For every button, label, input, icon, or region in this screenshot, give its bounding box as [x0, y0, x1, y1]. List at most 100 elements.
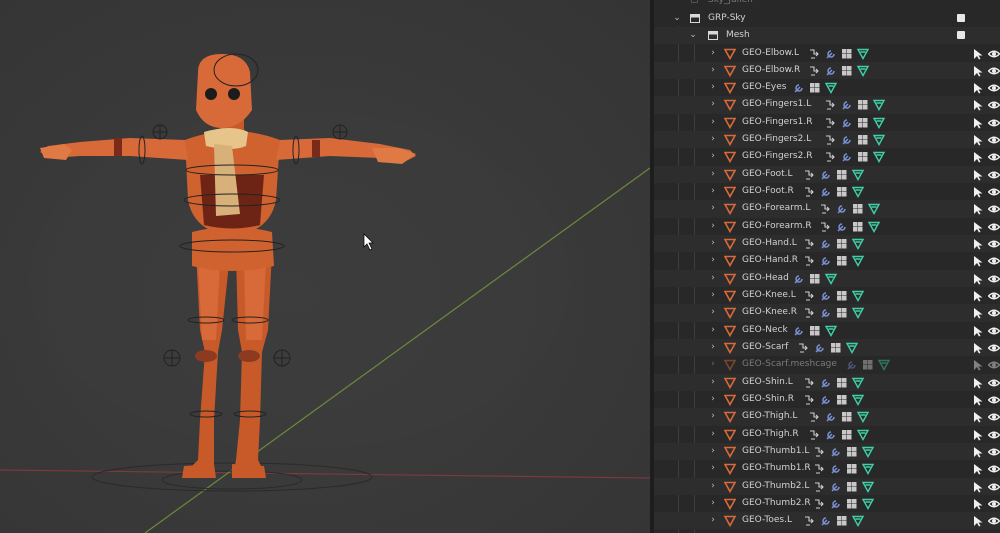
outliner-row-object[interactable]: › GEO-Shin.L	[654, 373, 1000, 391]
mesh-data-icon[interactable]	[851, 255, 864, 268]
wrench-modifier-icon[interactable]	[841, 151, 853, 163]
selectable-arrow-icon[interactable]	[972, 273, 984, 285]
eye-icon[interactable]	[988, 169, 1000, 181]
vertex-groups-icon[interactable]	[841, 411, 853, 423]
parent-chain-icon[interactable]	[814, 498, 826, 510]
chevron-right-icon[interactable]: ›	[708, 218, 718, 235]
vertex-groups-icon[interactable]	[836, 238, 848, 250]
wrench-modifier-icon[interactable]	[793, 273, 805, 285]
chevron-right-icon[interactable]: ›	[708, 512, 718, 529]
selectable-arrow-icon[interactable]	[972, 325, 984, 337]
parent-chain-icon[interactable]	[814, 481, 826, 493]
selectable-arrow-icon[interactable]	[972, 48, 984, 60]
chevron-right-icon[interactable]: ›	[708, 96, 718, 113]
eye-icon[interactable]	[988, 325, 1000, 337]
mesh-data-icon[interactable]	[824, 82, 837, 95]
chevron-right-icon[interactable]: ›	[708, 374, 718, 391]
parent-chain-icon[interactable]	[814, 463, 826, 475]
chevron-right-icon[interactable]: ›	[708, 270, 718, 287]
eye-icon[interactable]	[988, 342, 1000, 354]
wrench-modifier-icon[interactable]	[846, 359, 858, 371]
eye-icon[interactable]	[988, 463, 1000, 475]
selectable-arrow-icon[interactable]	[972, 99, 984, 111]
parent-chain-icon[interactable]	[804, 307, 816, 319]
selectable-arrow-icon[interactable]	[972, 117, 984, 129]
chevron-down-icon[interactable]: ⌄	[672, 10, 682, 27]
vertex-groups-icon[interactable]	[846, 498, 858, 510]
eye-icon[interactable]	[988, 221, 1000, 233]
selectable-arrow-icon[interactable]	[972, 377, 984, 389]
chevron-right-icon[interactable]: ›	[708, 131, 718, 148]
parent-chain-icon[interactable]	[820, 203, 832, 215]
vertex-groups-icon[interactable]	[836, 255, 848, 267]
selectable-arrow-icon[interactable]	[972, 134, 984, 146]
chevron-right-icon[interactable]: ›	[708, 200, 718, 217]
vertex-groups-icon[interactable]	[841, 48, 853, 60]
chevron-right-icon[interactable]: ›	[708, 235, 718, 252]
outliner-row-object[interactable]: › GEO-Knee.L	[654, 287, 1000, 304]
eye-icon[interactable]	[988, 481, 1000, 493]
outliner-row-object[interactable]: › GEO-Neck	[654, 322, 1000, 339]
wrench-modifier-icon[interactable]	[820, 377, 832, 389]
wrench-modifier-icon[interactable]	[820, 307, 832, 319]
mesh-data-icon[interactable]	[856, 48, 869, 60]
eye-icon[interactable]	[988, 411, 1000, 423]
vertex-groups-icon[interactable]	[846, 481, 858, 493]
wrench-modifier-icon[interactable]	[793, 325, 805, 337]
chevron-right-icon[interactable]: ›	[708, 322, 718, 339]
parent-chain-icon[interactable]	[825, 99, 837, 111]
parent-chain-icon[interactable]	[804, 394, 816, 406]
chevron-right-icon[interactable]: ›	[708, 79, 718, 96]
mesh-data-icon[interactable]	[862, 498, 875, 510]
mesh-data-icon[interactable]	[872, 99, 885, 112]
vertex-groups-icon[interactable]	[852, 203, 864, 215]
vertex-groups-icon[interactable]	[846, 463, 858, 475]
outliner-row-object[interactable]: › GEO-Foot.L	[654, 165, 1000, 184]
eye-icon[interactable]	[988, 290, 1000, 302]
wrench-modifier-icon[interactable]	[820, 255, 832, 267]
vertex-groups-icon[interactable]	[836, 186, 848, 198]
selectable-arrow-icon[interactable]	[972, 446, 984, 458]
eye-icon[interactable]	[988, 238, 1000, 250]
chevron-right-icon[interactable]: ›	[708, 443, 718, 460]
mesh-data-icon[interactable]	[872, 151, 885, 164]
eye-icon[interactable]	[988, 117, 1000, 129]
vertex-groups-icon[interactable]	[809, 82, 821, 94]
outliner-row-object[interactable]: › GEO-Fingers1.R	[654, 114, 1000, 131]
chevron-right-icon[interactable]: ›	[708, 356, 718, 373]
vertex-groups-icon[interactable]	[809, 273, 821, 285]
wrench-modifier-icon[interactable]	[820, 169, 832, 181]
outliner-row-object[interactable]: › GEO-Thigh.R	[654, 426, 1000, 443]
mesh-data-icon[interactable]	[846, 342, 859, 354]
parent-chain-icon[interactable]	[825, 134, 837, 146]
selectable-arrow-icon[interactable]	[972, 151, 984, 163]
chevron-right-icon[interactable]: ›	[708, 148, 718, 165]
wrench-modifier-icon[interactable]	[836, 221, 848, 233]
eye-icon[interactable]	[988, 151, 1000, 163]
parent-chain-icon[interactable]	[804, 238, 816, 250]
eye-icon[interactable]	[988, 515, 1000, 527]
outliner-row-object[interactable]: › GEO-Scarf.meshcage	[654, 356, 1000, 373]
parent-chain-icon[interactable]	[809, 48, 821, 60]
vertex-groups-icon[interactable]	[836, 377, 848, 389]
wrench-modifier-icon[interactable]	[820, 238, 832, 250]
mesh-data-icon[interactable]	[851, 515, 864, 528]
mesh-data-icon[interactable]	[867, 221, 880, 233]
selectable-arrow-icon[interactable]	[972, 82, 984, 94]
mesh-data-icon[interactable]	[872, 117, 885, 129]
selectable-arrow-icon[interactable]	[972, 498, 984, 510]
outliner-row-partial[interactable]: ▢ Sky_julien	[654, 0, 1000, 9]
selectable-arrow-icon[interactable]	[972, 290, 984, 302]
outliner-row-object[interactable]: › GEO-Fingers1.L	[654, 96, 1000, 114]
mesh-data-icon[interactable]	[851, 186, 864, 198]
mesh-data-icon[interactable]	[872, 134, 885, 147]
wrench-modifier-icon[interactable]	[836, 203, 848, 215]
outliner-row-object[interactable]: › GEO-Thumb2.R	[654, 495, 1000, 512]
outliner-row-object[interactable]: › GEO-Eyes	[654, 79, 1000, 96]
mesh-data-icon[interactable]	[862, 446, 875, 458]
outliner-row-object[interactable]: › GEO-Shin.R	[654, 391, 1000, 408]
selectable-arrow-icon[interactable]	[972, 221, 984, 233]
wrench-modifier-icon[interactable]	[820, 186, 832, 198]
wrench-modifier-icon[interactable]	[830, 463, 842, 475]
parent-chain-icon[interactable]	[804, 290, 816, 302]
